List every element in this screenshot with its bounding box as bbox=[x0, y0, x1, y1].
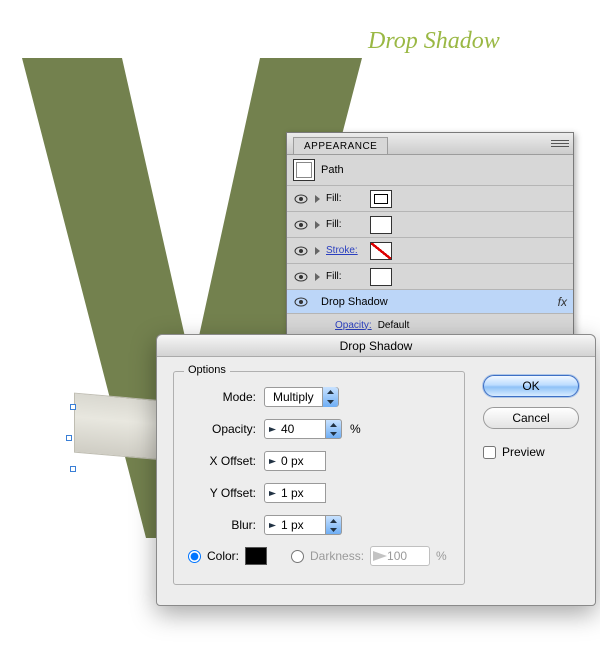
disclosure-triangle-icon[interactable] bbox=[315, 221, 320, 229]
preview-checkbox[interactable] bbox=[483, 446, 496, 459]
mode-select[interactable]: Multiply bbox=[264, 387, 339, 407]
ok-button[interactable]: OK bbox=[483, 375, 579, 397]
stepper-icon[interactable] bbox=[326, 515, 342, 535]
color-swatch[interactable] bbox=[245, 547, 267, 565]
caret-right-icon[interactable] bbox=[265, 523, 279, 528]
caret-right-icon[interactable] bbox=[265, 491, 279, 496]
object-type-label: Path bbox=[321, 164, 344, 176]
stroke-swatch[interactable] bbox=[370, 242, 392, 260]
opacity-label: Opacity: bbox=[188, 422, 264, 436]
appearance-object-row[interactable]: Path bbox=[287, 155, 573, 186]
fill-swatch[interactable] bbox=[370, 216, 392, 234]
opacity-value: Default bbox=[378, 320, 410, 331]
visibility-eye-icon[interactable] bbox=[293, 294, 309, 310]
mode-label: Mode: bbox=[188, 390, 264, 404]
visibility-eye-icon[interactable] bbox=[293, 191, 309, 207]
yoffset-input[interactable] bbox=[264, 483, 326, 503]
darkness-label: Darkness: bbox=[310, 549, 364, 563]
appearance-tab[interactable]: APPEARANCE bbox=[293, 137, 388, 154]
color-label: Color: bbox=[207, 549, 239, 563]
appearance-effect-row[interactable]: Drop Shadow fx bbox=[287, 290, 573, 314]
darkness-radio[interactable] bbox=[291, 550, 304, 563]
opacity-label[interactable]: Opacity: bbox=[335, 320, 372, 331]
cancel-button[interactable]: Cancel bbox=[483, 407, 579, 429]
xoffset-field[interactable] bbox=[279, 454, 325, 468]
darkness-field bbox=[387, 549, 427, 563]
stepper-icon[interactable] bbox=[326, 419, 342, 439]
color-radio[interactable] bbox=[188, 550, 201, 563]
xoffset-label: X Offset: bbox=[188, 454, 264, 468]
yoffset-field[interactable] bbox=[279, 486, 325, 500]
page-title: Drop Shadow bbox=[368, 28, 500, 55]
disclosure-triangle-icon[interactable] bbox=[315, 247, 320, 255]
blur-input[interactable] bbox=[264, 515, 326, 535]
appearance-fill-row[interactable]: Fill: bbox=[287, 186, 573, 212]
xoffset-input[interactable] bbox=[264, 451, 326, 471]
opacity-unit: % bbox=[350, 422, 361, 436]
object-thumbnail bbox=[293, 159, 315, 181]
darkness-input bbox=[370, 546, 430, 566]
drop-shadow-dialog: Drop Shadow Options Mode: Multiply Opaci… bbox=[156, 334, 596, 606]
blur-label: Blur: bbox=[188, 518, 264, 532]
caret-right-icon[interactable] bbox=[265, 427, 279, 432]
attr-label: Fill: bbox=[326, 271, 366, 282]
disclosure-triangle-icon[interactable] bbox=[315, 273, 320, 281]
caret-right-icon[interactable] bbox=[265, 459, 279, 464]
dialog-title: Drop Shadow bbox=[157, 335, 595, 357]
attr-label-stroke[interactable]: Stroke: bbox=[326, 245, 366, 256]
opacity-input[interactable] bbox=[264, 419, 326, 439]
appearance-panel: APPEARANCE Path Fill: Fill: Stroke: bbox=[286, 132, 574, 337]
fill-swatch[interactable] bbox=[370, 268, 392, 286]
yoffset-label: Y Offset: bbox=[188, 486, 264, 500]
blur-field[interactable] bbox=[279, 518, 325, 532]
selection-handle[interactable] bbox=[70, 404, 76, 410]
attr-label: Fill: bbox=[326, 219, 366, 230]
darkness-unit: % bbox=[436, 549, 447, 563]
preview-label: Preview bbox=[502, 445, 545, 459]
appearance-fill-row[interactable]: Fill: bbox=[287, 212, 573, 238]
visibility-eye-icon[interactable] bbox=[293, 243, 309, 259]
selection-handle[interactable] bbox=[66, 435, 72, 441]
fx-icon[interactable]: fx bbox=[558, 295, 567, 309]
options-legend: Options bbox=[184, 364, 230, 376]
appearance-opacity-row[interactable]: Opacity: Default bbox=[287, 314, 573, 336]
selection-handle[interactable] bbox=[70, 466, 76, 472]
panel-menu-icon[interactable] bbox=[551, 136, 569, 150]
attr-label: Fill: bbox=[326, 193, 366, 204]
select-stepper-icon[interactable] bbox=[322, 387, 338, 407]
visibility-eye-icon[interactable] bbox=[293, 269, 309, 285]
appearance-stroke-row[interactable]: Stroke: bbox=[287, 238, 573, 264]
appearance-fill-row[interactable]: Fill: bbox=[287, 264, 573, 290]
mode-value: Multiply bbox=[265, 390, 322, 404]
panel-tabbar: APPEARANCE bbox=[287, 133, 573, 155]
caret-right-icon bbox=[373, 551, 387, 561]
fill-swatch[interactable] bbox=[370, 190, 392, 208]
options-group: Options Mode: Multiply Opacity: bbox=[173, 371, 465, 585]
visibility-eye-icon[interactable] bbox=[293, 217, 309, 233]
disclosure-triangle-icon[interactable] bbox=[315, 195, 320, 203]
effect-name[interactable]: Drop Shadow bbox=[321, 296, 388, 308]
opacity-field[interactable] bbox=[279, 422, 325, 436]
